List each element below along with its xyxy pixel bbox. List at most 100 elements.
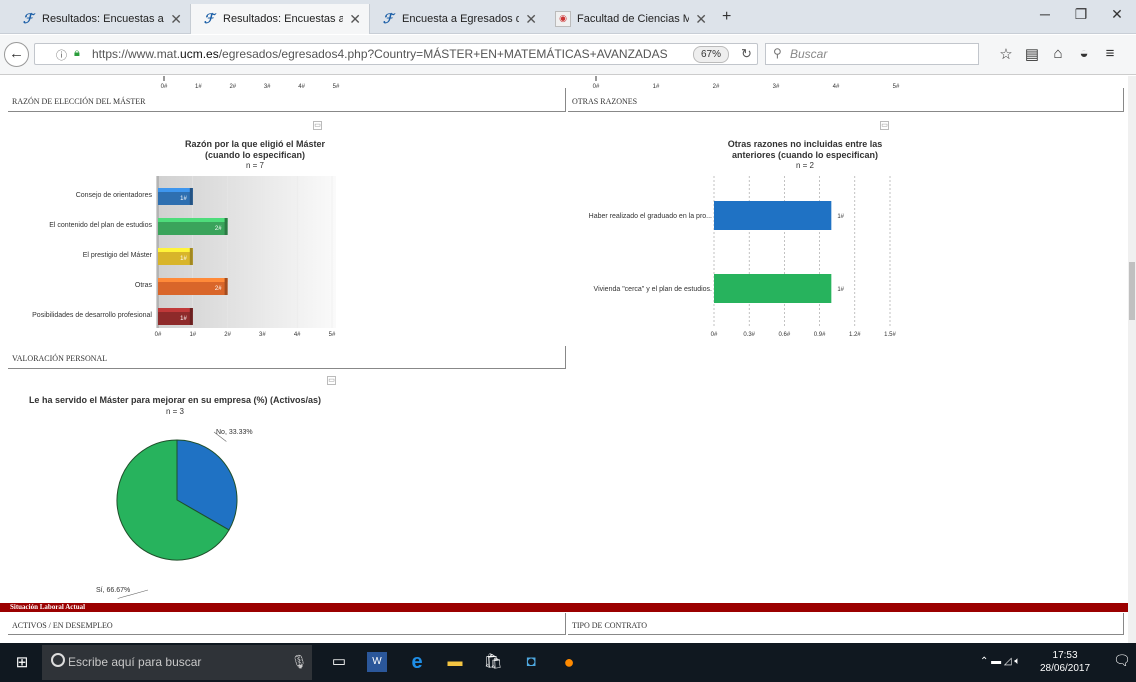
word-icon[interactable]: W — [367, 652, 387, 672]
close-icon[interactable]: ✕ — [170, 11, 182, 28]
url-prefix: https://www.mat. — [92, 47, 181, 61]
system-tray-icons[interactable]: ⌃ ▬ ◿ 🔈︎ — [980, 656, 1020, 667]
chart-subtitle: n = 3 — [165, 407, 184, 416]
minimize-icon[interactable]: ─ — [1030, 6, 1060, 28]
app-icon[interactable]: ◘ — [519, 650, 543, 674]
bar-data-label: 1# — [180, 196, 187, 202]
bar-end — [189, 188, 193, 205]
chart-razon-eleccion: 1# 2# 1# 2# 1# Consejo de orientadores El con… — [32, 176, 336, 338]
category-label: Consejo de orientadores — [76, 192, 153, 199]
x-tick-label: 0.9# — [814, 332, 826, 338]
microphone-icon[interactable]: 🎙︎ — [287, 650, 311, 674]
taskbar-search-placeholder: Escribe aquí para buscar — [68, 655, 202, 669]
x-tick-label: 0.6# — [779, 332, 791, 338]
tab-facultad[interactable]: ◉ Facultad de Ciencias Matem ✕ — [545, 4, 715, 34]
bar-highlight — [158, 188, 193, 192]
menu-icon[interactable]: ≡ — [1100, 45, 1120, 62]
section-box-otras — [568, 88, 1124, 112]
task-view-icon[interactable]: ▭ — [327, 650, 351, 674]
tab-label: Encuesta a Egresados de la F — [402, 13, 520, 25]
bar-end — [224, 278, 228, 295]
close-icon[interactable]: ✕ — [695, 11, 707, 28]
x-tick-label: 2# — [224, 332, 231, 338]
chart-otras-razones: 1# 1# Haber realizado el graduado en la p… — [589, 176, 896, 338]
x-tick-label: 1.5# — [884, 332, 896, 338]
bar — [714, 201, 832, 230]
expand-icon[interactable]: ▭ — [880, 121, 889, 130]
pocket-icon[interactable]: ◒ — [1074, 45, 1094, 62]
chart-grid — [713, 176, 891, 328]
section-title-activos: ACTIVOS / EN DESEMPLEO — [12, 621, 113, 630]
ucm-icon: ℱ — [203, 11, 215, 27]
chart-subtitle: n = 2 — [795, 161, 814, 170]
new-tab-button[interactable]: + — [722, 8, 731, 26]
close-icon[interactable]: ✕ — [349, 11, 361, 28]
taskbar-search-input[interactable]: Escribe aquí para buscar — [42, 645, 312, 680]
back-arrow-icon[interactable]: ← — [4, 42, 29, 67]
chart-x-ticks: 0# 1# 2# 3# 4# 5# — [155, 332, 336, 338]
x-tick-label: 3# — [259, 332, 266, 338]
tab-label: Resultados: Encuestas a egre — [42, 13, 164, 25]
bar-highlight — [158, 248, 193, 252]
ucm-icon: ℱ — [22, 11, 34, 27]
chart-title: Otras razones no incluidas entre las — [727, 139, 883, 149]
url-path: /egresados/egresados4.php?Country=MÁSTER… — [218, 47, 668, 61]
section-title-razon: RAZÓN DE ELECCIÓN DEL MÁSTER — [12, 97, 146, 106]
bookmark-star-icon[interactable]: ☆ — [996, 45, 1016, 63]
reading-list-icon[interactable]: ▤ — [1022, 45, 1042, 63]
tab-resultados-1[interactable]: ℱ Resultados: Encuestas a egre ✕ — [10, 4, 190, 34]
chart-bars: 1# 1# — [714, 201, 845, 303]
x-tick-label: 0.3# — [743, 332, 755, 338]
ucm-icon: ℱ — [382, 11, 394, 27]
windows-start-icon[interactable]: ⊞ — [10, 651, 34, 675]
chart-title-line2: anteriores (cuando lo especifican) — [731, 150, 879, 160]
x-tick-label: 0# — [155, 332, 162, 338]
bar-data-label: 2# — [215, 286, 222, 292]
store-icon[interactable]: 🛍︎ — [481, 650, 505, 674]
file-explorer-icon[interactable]: ▬ — [443, 650, 467, 674]
x-tick-label: 1# — [189, 332, 196, 338]
bar-end — [189, 248, 193, 265]
scrollbar-track[interactable] — [1128, 76, 1136, 643]
category-label: El contenido del plan de estudios — [49, 222, 152, 229]
clock-date: 28/06/2017 — [1040, 663, 1091, 674]
bar-data-label: 2# — [215, 226, 222, 232]
window-close-icon[interactable]: ✕ — [1102, 6, 1132, 28]
bar-highlight — [158, 308, 193, 312]
chart-title-line2: (cuando lo especifican) — [204, 150, 306, 160]
chart-mejora-empresa: No, 33.33% Sí, 66.67% — [96, 429, 253, 599]
tab-resultados-2[interactable]: ℱ Resultados: Encuestas a egre ✕ — [190, 4, 370, 34]
bar-highlight — [158, 218, 228, 222]
x-tick-label: 1.2# — [849, 332, 861, 338]
search-placeholder: Buscar — [790, 47, 828, 61]
url-text[interactable]: https://www.mat.ucm.es/egresados/egresad… — [92, 47, 668, 61]
chart-subtitle: n = 7 — [245, 161, 264, 170]
search-icon: ⚲ — [773, 46, 782, 60]
x-tick-label: 5# — [329, 332, 336, 338]
chart-title: Razón por la que eligió el Máster — [184, 139, 326, 149]
url-domain: ucm.es — [180, 47, 219, 61]
section-banner-situacion: Situación Laboral Actual — [0, 603, 1128, 612]
x-tick-label: 0# — [711, 332, 718, 338]
clock-time: 17:53 — [1052, 650, 1078, 661]
firefox-icon[interactable]: ● — [557, 650, 581, 674]
home-icon[interactable]: ⌂ — [1048, 45, 1068, 62]
system-clock[interactable]: 17:53 28/06/2017 — [1040, 649, 1090, 675]
notifications-icon[interactable]: 🗨︎ — [1113, 652, 1131, 669]
close-icon[interactable]: ✕ — [525, 11, 537, 28]
zoom-indicator[interactable]: 67% — [693, 46, 729, 63]
expand-icon[interactable]: ▭ — [313, 121, 322, 130]
category-label: Haber realizado el graduado en la pro... — [589, 213, 712, 220]
info-icon[interactable]: ⓘ — [56, 47, 67, 63]
chart-category-labels: Haber realizado el graduado en la pro...… — [589, 213, 712, 293]
reload-icon[interactable]: ↻ — [741, 46, 752, 62]
chart-category-labels: Consejo de orientadores El contenido del … — [32, 192, 153, 319]
pie-label: Sí, 66.67% — [96, 587, 130, 594]
expand-icon[interactable]: ▭ — [327, 376, 336, 385]
category-label: Vivienda "cerca" y el plan de estudios. — [594, 286, 713, 293]
edge-icon[interactable]: e — [405, 650, 429, 674]
restore-icon[interactable]: ❐ — [1066, 6, 1096, 28]
pie-label: No, 33.33% — [216, 429, 253, 436]
tab-encuesta[interactable]: ℱ Encuesta a Egresados de la F ✕ — [370, 4, 545, 34]
scrollbar-thumb[interactable] — [1129, 262, 1135, 320]
